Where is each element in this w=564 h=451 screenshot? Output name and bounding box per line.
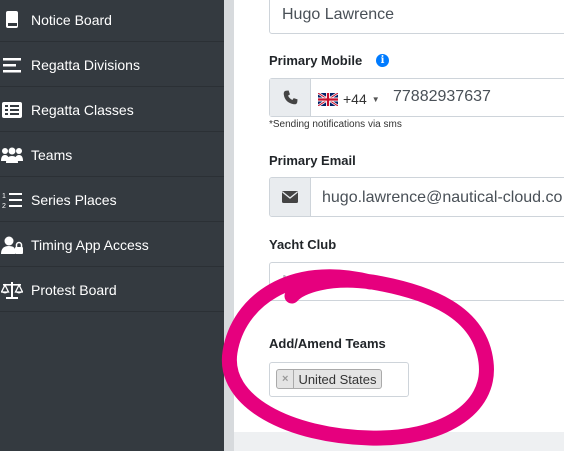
svg-text:2: 2 bbox=[2, 203, 6, 209]
sidebar-item-label: Series Places bbox=[31, 191, 117, 208]
sidebar: Notice Board Regatta Divisions Regatta C… bbox=[0, 0, 224, 451]
sidebar-item-label: Regatta Classes bbox=[31, 101, 134, 118]
sidebar-item-notice-board[interactable]: Notice Board bbox=[0, 0, 224, 42]
user-lock-icon bbox=[1, 234, 23, 256]
country-code-select[interactable]: +44 ▼ bbox=[318, 91, 380, 107]
envelope-addon bbox=[270, 178, 311, 216]
mobile-help-text: *Sending notifications via sms bbox=[269, 119, 402, 130]
sidebar-divider bbox=[224, 0, 234, 451]
team-tag: × United States bbox=[276, 369, 383, 389]
primary-mobile-label: Primary Mobile bbox=[269, 53, 363, 68]
sidebar-item-regatta-classes[interactable]: Regatta Classes bbox=[0, 88, 224, 132]
sidebar-item-regatta-divisions[interactable]: Regatta Divisions bbox=[0, 43, 224, 87]
sidebar-item-label: Notice Board bbox=[31, 11, 112, 28]
primary-email-field[interactable]: hugo.lawrence@nautical-cloud.co bbox=[269, 177, 564, 217]
sidebar-item-protest-board[interactable]: Protest Board bbox=[0, 268, 224, 312]
yacht-club-placeholder: NYYC bbox=[282, 273, 327, 290]
primary-email-label: Primary Email bbox=[269, 153, 356, 168]
remove-tag-button[interactable]: × bbox=[277, 370, 295, 388]
yacht-club-field[interactable]: NYYC bbox=[269, 262, 564, 301]
balance-scale-icon bbox=[1, 279, 23, 301]
sidebar-item-label: Protest Board bbox=[31, 281, 117, 298]
envelope-icon bbox=[282, 191, 298, 203]
name-value: Hugo Lawrence bbox=[282, 6, 395, 23]
add-amend-teams-label: Add/Amend Teams bbox=[269, 336, 386, 351]
name-field[interactable]: Hugo Lawrence bbox=[269, 0, 564, 34]
phone-addon bbox=[270, 79, 311, 116]
list-alt-icon bbox=[1, 99, 23, 121]
numbered-list-icon: 12 bbox=[1, 189, 23, 211]
email-value: hugo.lawrence@nautical-cloud.co bbox=[322, 189, 563, 206]
teams-multiselect[interactable]: × United States bbox=[269, 362, 409, 397]
info-icon[interactable]: i bbox=[376, 54, 389, 67]
sidebar-item-teams[interactable]: Teams bbox=[0, 133, 224, 177]
caret-down-icon: ▼ bbox=[371, 94, 380, 104]
sidebar-item-timing-app-access[interactable]: Timing App Access bbox=[0, 223, 224, 267]
panel-footer bbox=[234, 432, 564, 451]
yacht-club-label: Yacht Club bbox=[269, 237, 337, 252]
book-icon bbox=[1, 9, 23, 31]
list-lines-icon bbox=[1, 54, 23, 76]
country-code: +44 bbox=[343, 91, 367, 107]
sidebar-item-label: Timing App Access bbox=[31, 236, 149, 253]
primary-mobile-field[interactable]: +44 ▼ 77882937637 bbox=[269, 78, 564, 117]
phone-icon bbox=[283, 90, 298, 105]
svg-text:1: 1 bbox=[2, 193, 6, 200]
sidebar-item-series-places[interactable]: 12 Series Places bbox=[0, 178, 224, 222]
team-tag-label: United States bbox=[298, 371, 377, 387]
sidebar-item-label: Teams bbox=[31, 146, 73, 163]
uk-flag-icon bbox=[318, 92, 338, 106]
sidebar-item-label: Regatta Divisions bbox=[31, 56, 140, 73]
users-icon bbox=[1, 144, 23, 166]
mobile-number: 77882937637 bbox=[393, 88, 491, 105]
